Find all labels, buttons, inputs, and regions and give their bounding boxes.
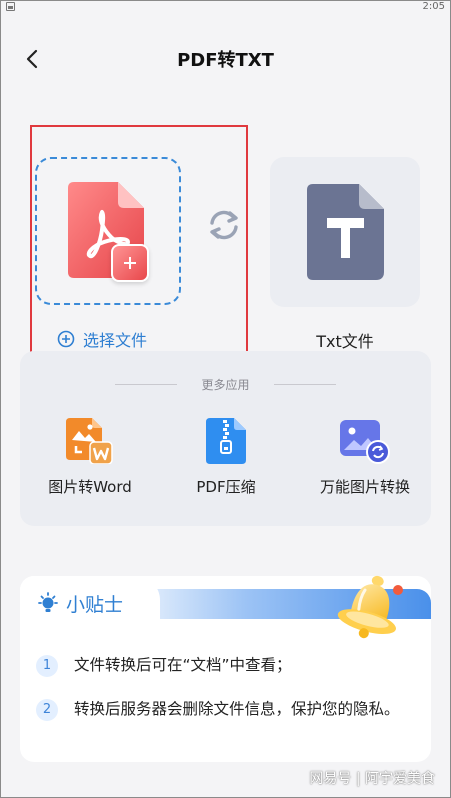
app-image-convert[interactable]: 万能图片转换 — [310, 418, 420, 497]
add-circle-icon — [57, 330, 75, 348]
tip-text: 转换后服务器会删除文件信息，保护您的隐私。 — [74, 700, 400, 718]
tip-item: 1 文件转换后可在“文档”中查看； — [36, 654, 421, 677]
app-image-to-word[interactable]: 图片转Word — [40, 418, 140, 497]
select-file-label: 选择文件 — [83, 331, 148, 350]
tip-item: 2 转换后服务器会删除文件信息，保护您的隐私。 — [36, 698, 421, 721]
app-label: 图片转Word — [48, 478, 132, 496]
tip-text: 文件转换后可在“文档”中查看； — [74, 656, 292, 674]
page-title: PDF转TXT — [177, 50, 274, 71]
zip-compress-icon — [206, 418, 246, 464]
lightbulb-icon — [38, 591, 58, 612]
status-bar: 2:05 — [0, 0, 451, 14]
status-time: 2:05 — [422, 1, 445, 12]
app-label: PDF压缩 — [196, 478, 256, 496]
watermark: 网易号 | 阿宇爱美食 — [309, 771, 435, 787]
tip-number: 2 — [36, 699, 58, 721]
app-label: 万能图片转换 — [319, 478, 410, 496]
txt-file-label: Txt文件 — [316, 332, 374, 351]
txt-file-icon — [307, 184, 384, 280]
image-to-word-icon — [66, 418, 113, 464]
select-file-button[interactable]: 选择文件 — [57, 327, 147, 351]
app-pdf-compress[interactable]: PDF压缩 — [176, 418, 276, 497]
add-file-plus-icon[interactable] — [111, 244, 149, 282]
convert-arrows-icon — [210, 210, 238, 240]
tips-header: 小贴士 — [36, 590, 123, 617]
notification-icon — [6, 2, 15, 11]
tip-number: 1 — [36, 655, 58, 677]
more-apps-title: 更多应用 — [201, 378, 250, 392]
bell-icon — [337, 575, 403, 639]
image-convert-icon — [340, 420, 390, 464]
tips-title: 小贴士 — [66, 594, 124, 616]
